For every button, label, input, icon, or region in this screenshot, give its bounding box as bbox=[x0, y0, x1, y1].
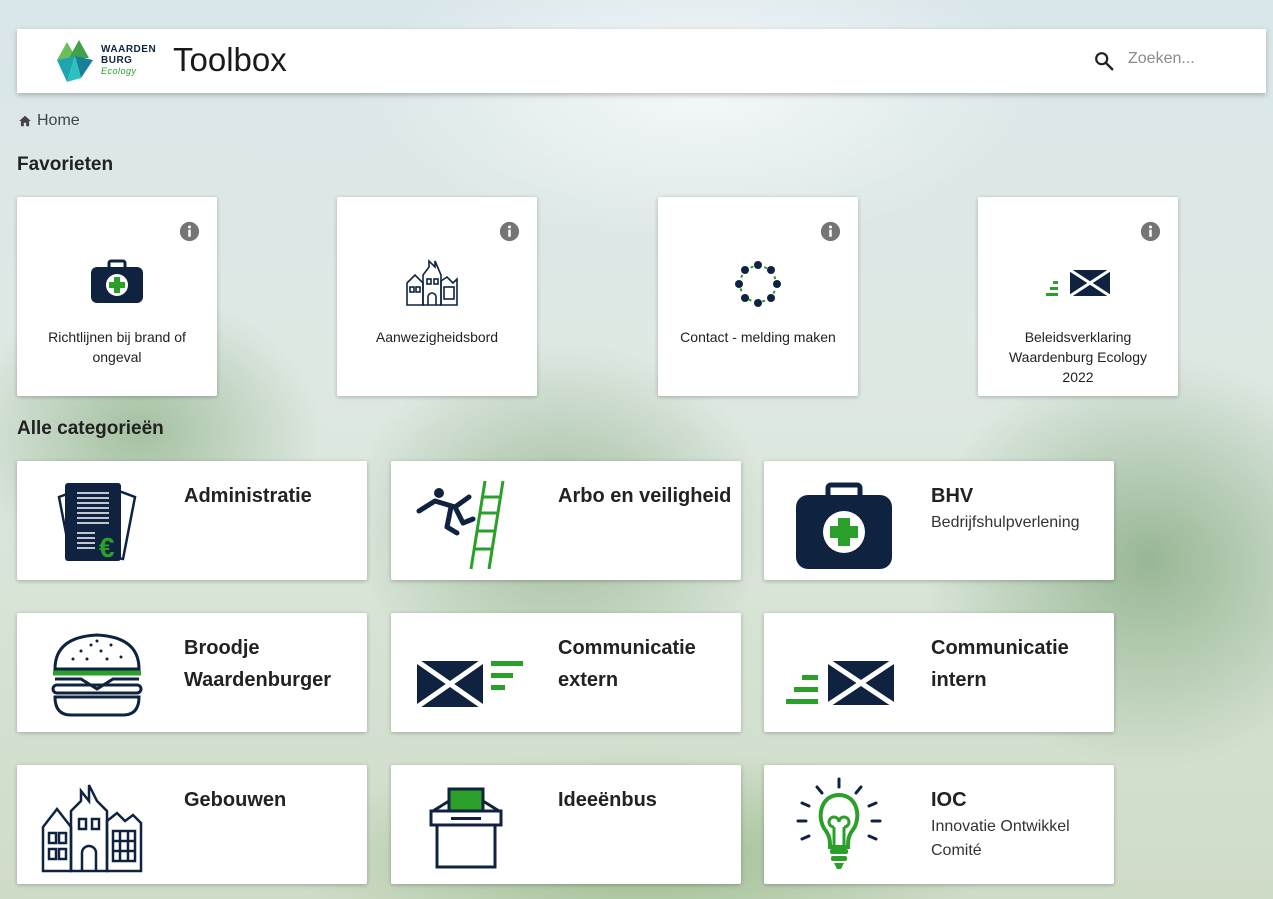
falling-ladder-icon bbox=[416, 480, 505, 570]
ballot-box-icon bbox=[429, 787, 503, 869]
category-subtitle: Innovatie Ontwikkel Comité bbox=[931, 818, 1070, 859]
favorites-heading: Favorieten bbox=[17, 154, 114, 175]
category-card-communicatie-intern[interactable]: Communicatie intern bbox=[764, 613, 1114, 732]
logo-mark-icon bbox=[57, 40, 93, 82]
info-icon[interactable] bbox=[499, 221, 520, 242]
buildings-icon bbox=[406, 259, 458, 306]
category-title: Arbo en veiligheid bbox=[558, 485, 732, 507]
category-title: BHV bbox=[931, 485, 974, 507]
favorite-card-beleidsverklaring[interactable]: Beleidsverklaring Waardenburg Ecology 20… bbox=[978, 197, 1178, 396]
breadcrumb-home[interactable]: Home bbox=[37, 112, 80, 130]
category-title: Administratie bbox=[184, 485, 312, 507]
category-card-ideeenbus[interactable]: Ideeënbus bbox=[391, 765, 741, 884]
category-title: IOC bbox=[931, 789, 967, 811]
company-logo[interactable]: WAARDEN BURG Ecology bbox=[55, 38, 157, 86]
first-aid-kit-icon bbox=[796, 482, 892, 569]
category-card-ioc[interactable]: IOC Innovatie Ontwikkel Comité bbox=[764, 765, 1114, 884]
favorite-label: Aanwezigheidsbord bbox=[375, 329, 499, 345]
breadcrumb: Home bbox=[18, 112, 80, 130]
envelope-send-icon bbox=[1046, 268, 1111, 298]
category-title: Ideeënbus bbox=[558, 789, 657, 811]
category-card-arbo[interactable]: Arbo en veiligheid bbox=[391, 461, 741, 580]
favorite-label: Contact - melding maken bbox=[680, 329, 836, 345]
favorite-label: Richtlijnen bij brand of ongeval bbox=[48, 329, 186, 365]
favorite-card-richtlijnen[interactable]: Richtlijnen bij brand of ongeval bbox=[17, 197, 217, 396]
search-input[interactable] bbox=[1126, 49, 1250, 69]
logo-text: WAARDEN BURG Ecology bbox=[101, 44, 157, 76]
info-icon[interactable] bbox=[820, 221, 841, 242]
first-aid-kit-icon bbox=[91, 259, 143, 303]
category-card-broodje[interactable]: Broodje Waardenburger bbox=[17, 613, 367, 732]
people-circle-icon bbox=[735, 261, 781, 307]
info-icon[interactable] bbox=[1140, 221, 1161, 242]
category-title: Communicatie intern bbox=[931, 637, 1069, 691]
category-subtitle: Bedrijfshulpverlening bbox=[931, 514, 1080, 531]
category-card-administratie[interactable]: € Administratie bbox=[17, 461, 367, 580]
category-title: Gebouwen bbox=[184, 789, 287, 811]
app-title: Toolbox bbox=[173, 41, 287, 78]
envelope-out-icon bbox=[415, 658, 523, 710]
category-card-bhv[interactable]: BHV Bedrijfshulpverlening bbox=[764, 461, 1114, 580]
search-icon[interactable] bbox=[1093, 50, 1115, 72]
search-box[interactable] bbox=[1093, 47, 1253, 75]
favorite-card-aanwezigheidsbord[interactable]: Aanwezigheidsbord bbox=[337, 197, 537, 396]
category-title: Broodje Waardenburger bbox=[184, 637, 332, 691]
burger-icon bbox=[51, 633, 143, 717]
app-header: WAARDEN BURG Ecology Toolbox bbox=[17, 29, 1266, 93]
info-icon[interactable] bbox=[179, 221, 200, 242]
favorite-card-contact[interactable]: Contact - melding maken bbox=[658, 197, 858, 396]
lightbulb-icon bbox=[796, 777, 882, 869]
category-card-gebouwen[interactable]: Gebouwen bbox=[17, 765, 367, 884]
buildings-icon bbox=[41, 784, 143, 873]
category-title: Communicatie extern bbox=[558, 637, 696, 691]
envelope-in-icon bbox=[786, 658, 896, 708]
home-icon[interactable] bbox=[18, 114, 32, 128]
favorite-label: Beleidsverklaring Waardenburg Ecology 20… bbox=[1008, 329, 1147, 385]
svg-text:€: € bbox=[99, 532, 115, 563]
category-card-communicatie-extern[interactable]: Communicatie extern bbox=[391, 613, 741, 732]
invoice-icon: € bbox=[57, 483, 137, 563]
categories-heading: Alle categorieën bbox=[17, 418, 164, 439]
